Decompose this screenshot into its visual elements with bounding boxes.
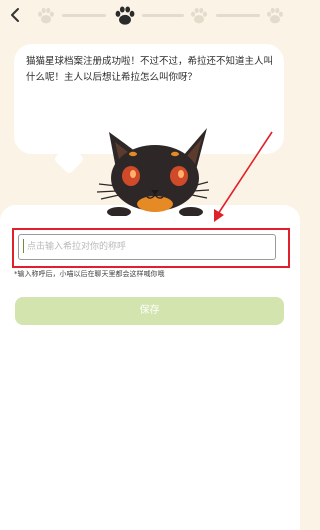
top-bar: [0, 0, 300, 32]
input-highlight-box: [12, 228, 290, 268]
back-button[interactable]: [6, 5, 26, 25]
black-cat-mascot: [96, 128, 210, 216]
chevron-left-icon: [11, 8, 19, 22]
paw-step-4-icon: [267, 7, 283, 24]
paw-step-2-icon: [115, 6, 135, 25]
save-button[interactable]: 保存: [15, 297, 284, 325]
nickname-input[interactable]: [18, 234, 276, 260]
progress-line-3: [216, 14, 260, 17]
paw-step-3-icon: [191, 7, 207, 24]
paw-step-1-icon: [38, 7, 54, 24]
speech-bubble-text: 猫猫星球档案注册成功啦！不过不过，希拉还不知道主人叫什么呢！主人以后想让希拉怎么…: [26, 56, 274, 83]
progress-line-2: [142, 14, 184, 17]
progress-line-1: [62, 14, 106, 17]
hint-text: *输入称呼后，小喵以后在聊天里都会这样喊你哦: [14, 270, 165, 278]
text-caret: [23, 239, 24, 253]
